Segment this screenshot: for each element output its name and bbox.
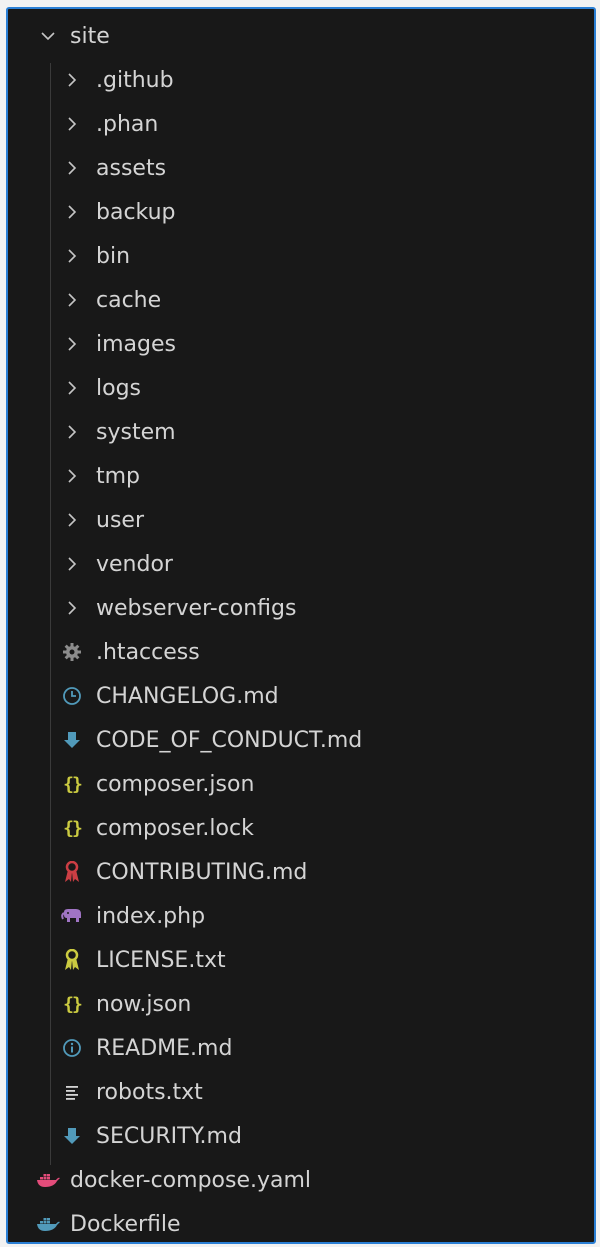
tree-item-file[interactable]: LICENSE.txt <box>8 938 594 982</box>
tree-item-folder[interactable]: .github <box>8 58 594 102</box>
info-icon <box>60 1036 84 1060</box>
file-label: CONTRIBUTING.md <box>96 859 308 885</box>
folder-label: .github <box>96 67 174 93</box>
tree-item-folder[interactable]: bin <box>8 234 594 278</box>
chevron-right-icon <box>60 464 84 488</box>
chevron-right-icon <box>60 596 84 620</box>
chevron-right-icon <box>60 200 84 224</box>
gear-icon <box>60 640 84 664</box>
file-label: .htaccess <box>96 639 200 665</box>
chevron-down-icon <box>36 24 60 48</box>
chevron-right-icon <box>60 420 84 444</box>
file-label: composer.json <box>96 771 255 797</box>
file-label: now.json <box>96 991 192 1017</box>
elephant-icon <box>60 904 84 928</box>
download-arrow-icon <box>60 728 84 752</box>
tree-item-file[interactable]: {} composer.json <box>8 762 594 806</box>
download-arrow-icon <box>60 1124 84 1148</box>
braces-icon: {} <box>63 773 83 795</box>
tree-item-file[interactable]: docker-compose.yaml <box>8 1158 594 1202</box>
tree-item-file[interactable]: {} composer.lock <box>8 806 594 850</box>
folder-label: site <box>70 23 110 49</box>
folder-label: bin <box>96 243 131 269</box>
docker-whale-icon <box>36 1212 60 1236</box>
file-label: composer.lock <box>96 815 254 841</box>
file-label: LICENSE.txt <box>96 947 226 973</box>
tree-item-file[interactable]: robots.txt <box>8 1070 594 1114</box>
braces-icon: {} <box>63 993 83 1015</box>
ribbon-icon <box>60 860 84 884</box>
tree-item-file[interactable]: CONTRIBUTING.md <box>8 850 594 894</box>
clock-icon <box>60 684 84 708</box>
ribbon-icon <box>60 948 84 972</box>
file-label: docker-compose.yaml <box>70 1167 312 1193</box>
tree-item-file[interactable]: CODE_OF_CONDUCT.md <box>8 718 594 762</box>
folder-label: logs <box>96 375 141 401</box>
tree-item-file[interactable]: .htaccess <box>8 630 594 674</box>
text-lines-icon <box>60 1080 84 1104</box>
chevron-right-icon <box>60 244 84 268</box>
tree-item-folder[interactable]: cache <box>8 278 594 322</box>
file-label: robots.txt <box>96 1079 203 1105</box>
tree-item-file[interactable]: index.php <box>8 894 594 938</box>
tree-item-site[interactable]: site <box>8 14 594 58</box>
folder-label: user <box>96 507 144 533</box>
folder-label: webserver-configs <box>96 595 297 621</box>
chevron-right-icon <box>60 156 84 180</box>
file-explorer: site .github .phan assets backup bin cac… <box>6 7 596 1244</box>
file-label: README.md <box>96 1035 233 1061</box>
tree-item-file[interactable]: {} now.json <box>8 982 594 1026</box>
chevron-right-icon <box>60 332 84 356</box>
tree-item-folder[interactable]: user <box>8 498 594 542</box>
tree-item-file[interactable]: Dockerfile <box>8 1202 594 1242</box>
folder-label: system <box>96 419 176 445</box>
tree-item-file[interactable]: SECURITY.md <box>8 1114 594 1158</box>
chevron-right-icon <box>60 288 84 312</box>
file-label: CODE_OF_CONDUCT.md <box>96 727 363 753</box>
chevron-right-icon <box>60 508 84 532</box>
tree-item-folder[interactable]: vendor <box>8 542 594 586</box>
folder-label: cache <box>96 287 162 313</box>
chevron-right-icon <box>60 68 84 92</box>
tree-item-file[interactable]: CHANGELOG.md <box>8 674 594 718</box>
tree-item-folder[interactable]: .phan <box>8 102 594 146</box>
file-label: Dockerfile <box>70 1211 181 1237</box>
folder-label: images <box>96 331 176 357</box>
tree-item-folder[interactable]: tmp <box>8 454 594 498</box>
folder-label: vendor <box>96 551 173 577</box>
file-tree: site .github .phan assets backup bin cac… <box>8 9 594 1242</box>
tree-item-folder[interactable]: backup <box>8 190 594 234</box>
chevron-right-icon <box>60 376 84 400</box>
braces-icon: {} <box>63 817 83 839</box>
chevron-right-icon <box>60 112 84 136</box>
file-label: CHANGELOG.md <box>96 683 279 709</box>
chevron-right-icon <box>60 552 84 576</box>
tree-item-folder[interactable]: system <box>8 410 594 454</box>
tree-item-folder[interactable]: logs <box>8 366 594 410</box>
tree-item-folder[interactable]: assets <box>8 146 594 190</box>
folder-label: .phan <box>96 111 159 137</box>
folder-label: backup <box>96 199 176 225</box>
docker-whale-icon <box>36 1168 60 1192</box>
file-label: SECURITY.md <box>96 1123 242 1149</box>
tree-item-folder[interactable]: webserver-configs <box>8 586 594 630</box>
folder-label: assets <box>96 155 167 181</box>
folder-label: tmp <box>96 463 141 489</box>
tree-item-file[interactable]: README.md <box>8 1026 594 1070</box>
file-label: index.php <box>96 903 206 929</box>
tree-item-folder[interactable]: images <box>8 322 594 366</box>
